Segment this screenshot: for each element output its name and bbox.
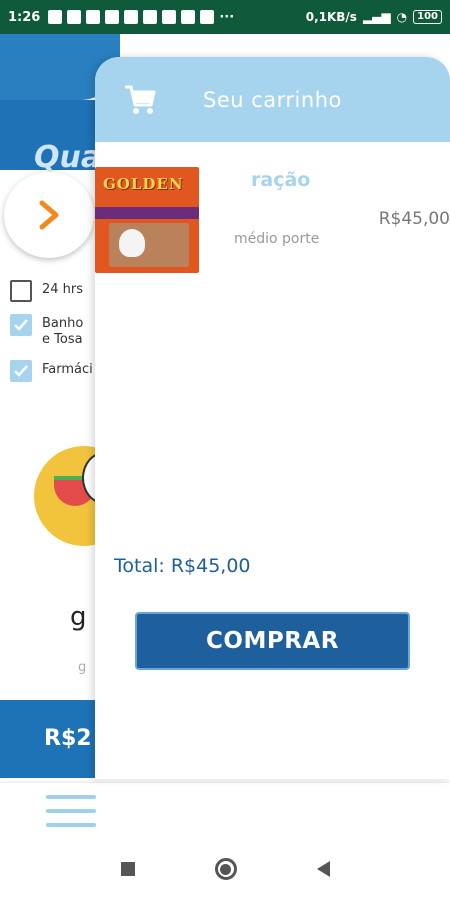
next-arrow-button[interactable] — [4, 172, 94, 258]
filter-label: Banho e Tosa — [42, 316, 84, 347]
cart-drawer: Seu carrinho GOLDEN ração R$45,00 médio … — [95, 57, 450, 779]
more-notifications-icon: ··· — [219, 9, 235, 25]
network-speed: 0,1KB/s — [305, 10, 357, 24]
status-time: 1:26 — [8, 9, 41, 25]
filter-label: 24 hrs — [42, 282, 84, 297]
background-product-name: g — [70, 602, 87, 632]
checkbox[interactable] — [10, 280, 32, 302]
pinterest-icon — [162, 10, 177, 24]
system-nav-bar — [0, 838, 450, 900]
package-stripe — [95, 207, 199, 219]
chevron-right-icon — [39, 200, 59, 230]
product-brand-logo: GOLDEN — [103, 175, 184, 193]
cart-item[interactable]: GOLDEN ração R$45,00 médio porte — [95, 167, 450, 277]
menu-line — [46, 823, 96, 827]
home-dot — [220, 863, 231, 875]
total-label: Total: — [114, 555, 165, 577]
buy-button[interactable]: COMPRAR — [135, 612, 410, 670]
background-price: R$2 — [0, 700, 100, 778]
signal-icon: ▂▄▆ — [362, 10, 391, 24]
background-product-subtitle: g — [78, 660, 87, 675]
filter-banho-tosa[interactable]: Banho e Tosa — [10, 314, 93, 348]
home-icon[interactable] — [214, 858, 237, 880]
battery-icon: 100 — [413, 10, 442, 24]
product-image: GOLDEN — [95, 167, 199, 273]
filter-24hrs[interactable]: 24 hrs — [10, 280, 93, 302]
notification-icon — [181, 10, 196, 24]
notification-icon — [143, 10, 158, 24]
item-price: R$45,00 — [378, 209, 450, 229]
item-name: ração — [251, 169, 311, 191]
notification-icon — [124, 10, 139, 24]
youtube-icon — [105, 10, 120, 24]
dog-graphic — [119, 229, 145, 257]
facebook-icon — [48, 10, 63, 24]
total-value: R$45,00 — [170, 555, 251, 577]
back-icon[interactable] — [316, 861, 330, 877]
notification-icon — [200, 10, 215, 24]
status-bar: 1:26 ··· 0,1KB/s ▂▄▆ ◔ 100 — [0, 0, 450, 34]
menu-icon[interactable] — [46, 795, 96, 827]
screen: 1:26 ··· 0,1KB/s ▂▄▆ ◔ 100 Qua 24 hrs Ba… — [0, 0, 450, 900]
filter-farmacia[interactable]: Farmáci — [10, 360, 93, 382]
background-title: Qua — [34, 140, 102, 175]
recents-icon[interactable] — [120, 862, 135, 876]
menu-line — [46, 809, 96, 813]
facebook-icon — [67, 10, 82, 24]
checkmark-icon — [14, 365, 28, 377]
filter-label: Farmáci — [42, 362, 93, 377]
checkmark-icon — [14, 319, 28, 331]
cart-total: Total: R$45,00 — [114, 555, 251, 577]
wifi-icon: ◔ — [396, 10, 408, 24]
cart-title: Seu carrinho — [203, 87, 342, 112]
checkbox-checked[interactable] — [10, 360, 32, 382]
checkbox-checked[interactable] — [10, 314, 32, 336]
item-description: médio porte — [234, 231, 320, 247]
cart-header: Seu carrinho — [95, 57, 450, 142]
cart-icon — [125, 85, 156, 114]
youtube-icon — [86, 10, 101, 24]
menu-line — [46, 795, 96, 799]
filter-list: 24 hrs Banho e Tosa Farmáci — [10, 280, 93, 394]
notification-icons: ··· — [48, 10, 234, 25]
bottom-bar — [0, 782, 450, 838]
status-right: 0,1KB/s ▂▄▆ ◔ 100 — [306, 10, 442, 24]
